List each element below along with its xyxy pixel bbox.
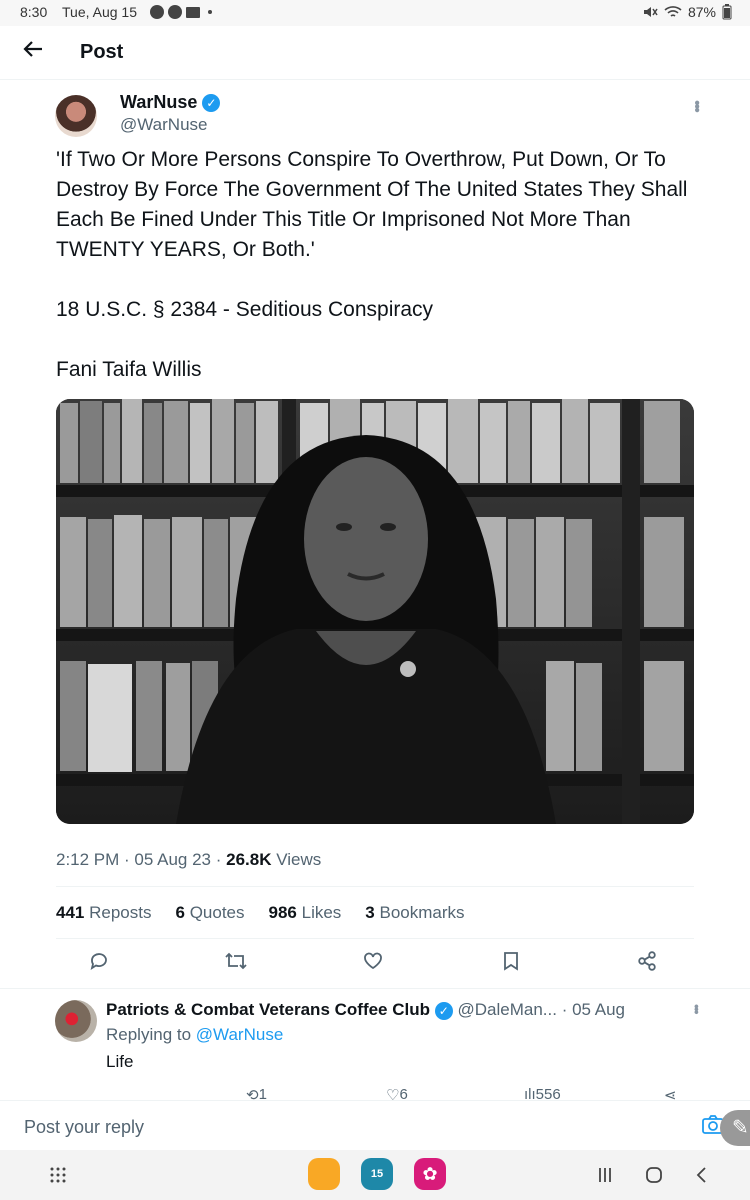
reply-text: Life: [106, 1052, 134, 1071]
author-avatar[interactable]: [55, 95, 97, 137]
battery-icon: [722, 4, 732, 20]
files-app-icon[interactable]: [308, 1158, 340, 1190]
reply-input[interactable]: Post your reply: [24, 1117, 144, 1138]
reply-author-avatar[interactable]: [55, 1000, 97, 1042]
author-name[interactable]: WarNuse: [120, 92, 197, 113]
author-handle[interactable]: @WarNuse: [120, 115, 207, 135]
like-icon[interactable]: [362, 950, 392, 980]
wifi-icon: [664, 6, 682, 17]
status-bar: 8:30 Tue, Aug 15 87%: [0, 0, 750, 26]
divider: [56, 886, 694, 887]
action-bar: [56, 950, 694, 980]
tweet-paragraph: Fani Taifa Willis: [56, 358, 202, 381]
reply-more-options-icon[interactable]: •••: [689, 1004, 705, 1013]
reply-icon[interactable]: [88, 950, 118, 980]
tweet-date: 05 Aug 23: [134, 850, 211, 869]
compose-fab-pencil-icon[interactable]: ✎: [720, 1110, 750, 1146]
tweet-paragraph: 'If Two Or More Persons Conspire To Over…: [56, 148, 688, 261]
tweet-text: 'If Two Or More Persons Conspire To Over…: [56, 145, 706, 415]
battery-level: 87%: [687, 4, 716, 20]
flower-app-icon[interactable]: ✿: [414, 1158, 446, 1190]
reply-header: Patriots & Combat Veterans Coffee Club ✓…: [106, 1000, 706, 1020]
tweet-photo[interactable]: [56, 399, 694, 824]
tweet-stats: 441 Reposts 6 Quotes 986 Likes 3 Bookmar…: [56, 903, 465, 923]
bookmark-icon[interactable]: [500, 950, 530, 980]
tweet-meta: 2:12 PM · 05 Aug 23 · 26.8K Views: [56, 850, 322, 869]
mute-icon: [643, 7, 658, 17]
tweet-time: 2:12 PM: [56, 850, 120, 869]
replying-to-link[interactable]: @WarNuse: [196, 1025, 283, 1044]
replying-to: Replying to @WarNuse: [106, 1025, 283, 1045]
reply-composer[interactable]: Post your reply: [0, 1100, 750, 1150]
system-nav-bar: 15 ✿: [0, 1150, 750, 1200]
app-drawer-icon[interactable]: [50, 1167, 66, 1188]
status-time: 8:30: [20, 4, 48, 20]
system-back-icon[interactable]: [695, 1167, 709, 1188]
divider: [0, 988, 750, 989]
calendar-app-icon[interactable]: 15: [361, 1158, 393, 1190]
chrome-icon: [168, 5, 182, 19]
verified-badge-icon: ✓: [434, 1002, 453, 1020]
quotes-stat[interactable]: 6 Quotes: [175, 903, 244, 923]
more-notifications-icon: [208, 10, 212, 14]
views-count: 26.8K: [226, 850, 272, 869]
chrome-icon: [150, 5, 164, 19]
replying-to-label: Replying to: [106, 1025, 192, 1044]
author-name-row[interactable]: WarNuse ✓: [120, 92, 221, 113]
reposts-stat[interactable]: 441 Reposts: [56, 903, 151, 923]
app-header: Post: [0, 26, 750, 80]
reply-author-name[interactable]: Patriots & Combat Veterans Coffee Club: [106, 1000, 430, 1019]
share-icon[interactable]: [636, 950, 666, 980]
page-title: Post: [80, 41, 124, 63]
tweet-paragraph: 18 U.S.C. § 2384 - Seditious Conspiracy: [56, 298, 434, 321]
home-icon[interactable]: [645, 1167, 663, 1188]
bookmarks-stat[interactable]: 3 Bookmarks: [365, 903, 464, 923]
reply-author-handle[interactable]: @DaleMan...: [457, 1000, 556, 1019]
repost-icon[interactable]: [224, 950, 254, 980]
recents-icon[interactable]: [597, 1167, 613, 1188]
notification-icons: [150, 5, 212, 19]
mail-icon: [186, 6, 200, 18]
divider: [56, 938, 694, 939]
views-label: Views: [276, 850, 322, 869]
more-options-icon[interactable]: •••: [688, 100, 705, 111]
verified-badge-icon: ✓: [202, 93, 221, 112]
back-arrow-icon[interactable]: [22, 38, 44, 64]
likes-stat[interactable]: 986 Likes: [269, 903, 342, 923]
reply-date: · 05 Aug: [561, 1000, 626, 1019]
status-date: Tue, Aug 15: [62, 4, 137, 20]
status-right: 87%: [642, 4, 732, 20]
